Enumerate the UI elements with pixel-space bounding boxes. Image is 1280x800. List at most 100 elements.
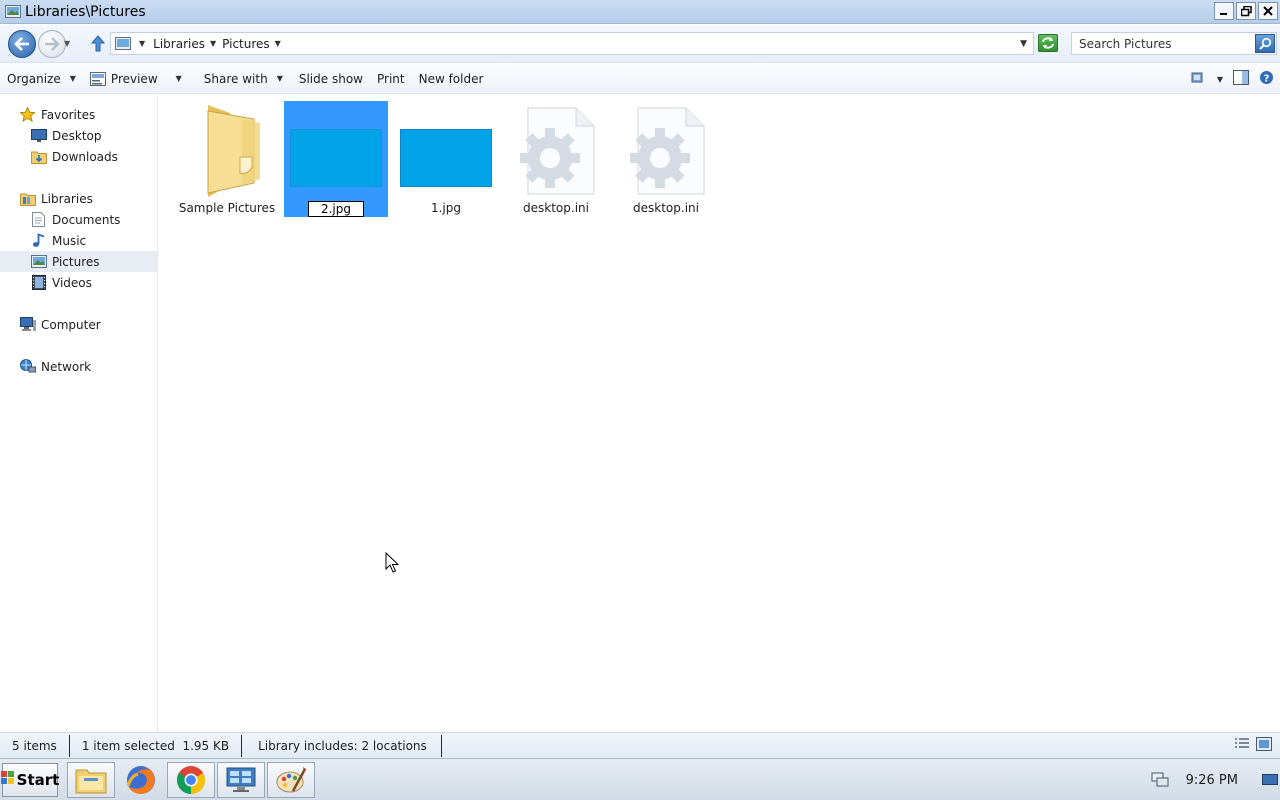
breadcrumb-libraries[interactable]: Libraries ▼ xyxy=(153,37,216,51)
start-button[interactable]: Start xyxy=(0,763,60,797)
close-button[interactable] xyxy=(1258,2,1278,20)
downloads-folder-icon xyxy=(30,149,47,164)
nav-favorites[interactable]: Favorites xyxy=(0,104,157,125)
file-list[interactable]: Sample Pictures 2.jpg 1.jpg desktop.ini … xyxy=(159,95,1280,732)
folder-icon xyxy=(179,105,275,197)
organize-button[interactable]: Organize ▼ xyxy=(0,67,83,91)
image-thumbnail xyxy=(288,105,384,197)
start-label: Start xyxy=(16,771,60,789)
back-arrow-icon xyxy=(14,37,29,51)
chevron-down-icon[interactable]: ▼ xyxy=(139,39,145,48)
breadcrumb-label: Pictures xyxy=(222,36,270,51)
breadcrumb[interactable]: ▼ Libraries ▼ Pictures ▼ ▼ xyxy=(110,32,1034,55)
search-icon xyxy=(1258,37,1271,50)
file-item-desktop-ini[interactable]: desktop.ini xyxy=(504,101,608,217)
pictures-icon xyxy=(30,254,47,269)
libraries-icon xyxy=(19,191,36,206)
status-view-toggles xyxy=(1234,737,1272,754)
preview-button[interactable]: Preview ▼ xyxy=(83,67,189,91)
large-icons-view-button[interactable] xyxy=(1256,737,1272,754)
firefox-icon xyxy=(126,766,155,794)
breadcrumb-pictures[interactable]: Pictures ▼ xyxy=(222,37,281,51)
view-controls: ▼ ? xyxy=(1191,67,1274,91)
taskbar-control-panel[interactable] xyxy=(217,762,265,798)
nav-pictures[interactable]: Pictures xyxy=(0,251,157,272)
refresh-button[interactable] xyxy=(1038,34,1058,52)
file-item-desktop-ini[interactable]: desktop.ini xyxy=(614,101,718,217)
nav-libraries[interactable]: Libraries xyxy=(0,188,157,209)
taskbar-explorer[interactable] xyxy=(67,762,115,798)
address-history-dropdown[interactable]: ▼ xyxy=(1020,39,1027,49)
clock[interactable]: 9:26 PM xyxy=(1186,773,1238,788)
windows-logo-icon xyxy=(0,771,15,789)
restore-button[interactable] xyxy=(1236,2,1256,20)
help-button[interactable]: ? xyxy=(1259,70,1274,88)
chevron-down-icon: ▼ xyxy=(276,74,283,83)
close-icon xyxy=(1263,6,1273,16)
file-name: desktop.ini xyxy=(523,201,589,215)
chevron-down-icon[interactable]: ▼ xyxy=(275,39,281,48)
share-with-button[interactable]: Share with ▼ xyxy=(197,67,290,91)
up-button[interactable] xyxy=(90,34,106,52)
forward-button[interactable] xyxy=(38,30,66,58)
preview-label: Preview xyxy=(110,71,158,86)
nav-label: Network xyxy=(41,359,92,374)
chevron-down-icon[interactable]: ▼ xyxy=(176,74,182,83)
videos-icon xyxy=(30,275,47,290)
nav-downloads[interactable]: Downloads xyxy=(0,146,157,167)
details-view-button[interactable] xyxy=(1234,737,1250,754)
control-panel-icon xyxy=(226,767,256,792)
svg-text:?: ? xyxy=(1264,74,1270,85)
nav-videos[interactable]: Videos xyxy=(0,272,157,293)
nav-documents[interactable]: Documents xyxy=(0,209,157,230)
system-tray: 9:26 PM xyxy=(1150,759,1280,800)
search-button[interactable] xyxy=(1255,34,1275,53)
nav-computer[interactable]: Computer xyxy=(0,314,157,335)
change-view-button[interactable] xyxy=(1191,71,1207,88)
taskbar-paint[interactable] xyxy=(267,762,315,798)
minimize-button[interactable] xyxy=(1214,2,1234,20)
rename-field[interactable]: 2.jpg xyxy=(307,201,365,217)
status-bar: 5 items 1 item selected 1.95 KB Library … xyxy=(0,732,1280,758)
taskbar-firefox[interactable] xyxy=(117,762,165,798)
file-explorer-icon xyxy=(75,769,107,794)
help-icon: ? xyxy=(1260,71,1273,85)
nav-label: Downloads xyxy=(52,149,118,164)
minimize-icon xyxy=(1220,13,1227,15)
file-item-sample-pictures[interactable]: Sample Pictures xyxy=(175,101,279,217)
print-button[interactable]: Print xyxy=(370,67,412,91)
taskbar: Start 9:26 PM xyxy=(0,758,1280,800)
network-tray-icon[interactable] xyxy=(1150,771,1170,789)
library-info: Library includes: 2 locations xyxy=(242,734,442,757)
recent-pages-dropdown[interactable]: ▼ xyxy=(64,39,70,48)
pictures-library-icon xyxy=(115,37,131,50)
item-count: 5 items xyxy=(0,734,70,757)
chevron-down-icon[interactable]: ▼ xyxy=(210,39,216,48)
nav-label: Pictures xyxy=(52,254,100,269)
new-folder-button[interactable]: New folder xyxy=(412,67,491,91)
nav-label: Videos xyxy=(52,275,92,290)
nav-desktop[interactable]: Desktop xyxy=(0,125,157,146)
chevron-down-icon[interactable]: ▼ xyxy=(1217,75,1223,84)
search-input[interactable] xyxy=(1079,36,1251,51)
nav-music[interactable]: Music xyxy=(0,230,157,251)
nav-label: Favorites xyxy=(41,107,96,122)
file-item-2-jpg[interactable]: 2.jpg xyxy=(284,101,388,217)
nav-network[interactable]: Network xyxy=(0,356,157,377)
show-desktop-button[interactable] xyxy=(1260,759,1280,800)
preview-pane-icon xyxy=(1233,70,1249,85)
file-item-1-jpg[interactable]: 1.jpg xyxy=(394,101,498,217)
taskbar-chrome[interactable] xyxy=(167,762,215,798)
restore-icon xyxy=(1240,5,1252,16)
slide-show-button[interactable]: Slide show xyxy=(292,67,370,91)
chrome-icon xyxy=(177,766,205,794)
search-box[interactable] xyxy=(1071,32,1277,55)
nav-label: Documents xyxy=(52,212,121,227)
forward-arrow-icon xyxy=(45,37,60,51)
mouse-cursor-icon xyxy=(385,552,399,573)
network-icon xyxy=(19,359,36,374)
preview-pane-button[interactable] xyxy=(1233,70,1249,88)
up-arrow-icon xyxy=(91,34,105,51)
music-icon xyxy=(30,233,47,248)
back-button[interactable] xyxy=(8,30,36,58)
